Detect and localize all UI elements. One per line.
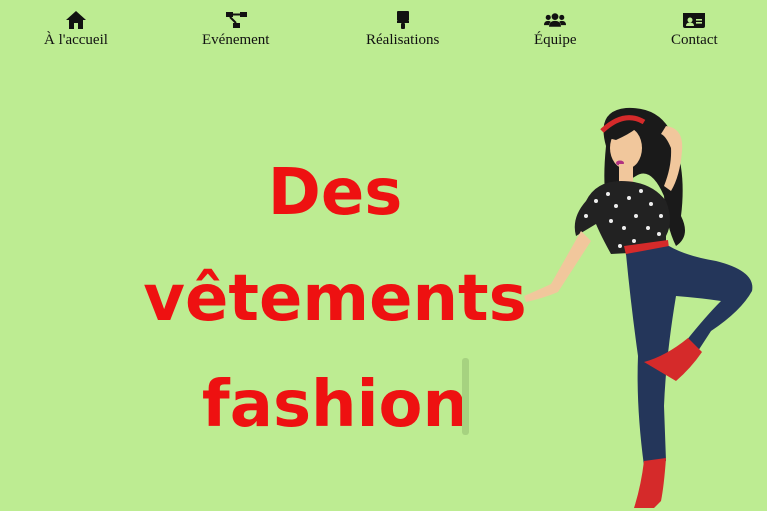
- nav-item-events[interactable]: Evénement: [202, 10, 269, 49]
- paint-brush-icon: [396, 11, 409, 29]
- sitemap-icon: [225, 12, 247, 28]
- users-icon: [544, 13, 567, 27]
- nav-label-contact: Contact: [671, 32, 718, 48]
- hero-headline: Des vêtements fashion: [140, 140, 530, 458]
- nav-label-works: Réalisations: [366, 32, 440, 48]
- nav-item-contact[interactable]: Contact: [671, 10, 718, 49]
- nav-label-home: À l'accueil: [44, 32, 108, 48]
- fashion-woman-illustration: [524, 107, 753, 508]
- nav-item-works[interactable]: Réalisations: [366, 10, 439, 49]
- nav-label-events: Evénement: [202, 32, 270, 48]
- nav-label-team: Équipe: [534, 32, 577, 48]
- home-icon: [65, 11, 86, 29]
- nav-item-team[interactable]: Équipe: [534, 10, 577, 49]
- top-navigation: À l'accueil Evénement Réalisations Équip…: [0, 0, 767, 56]
- typing-cursor: [462, 358, 469, 435]
- hero-line-2: vêtements: [143, 262, 527, 336]
- id-card-icon: [683, 13, 706, 28]
- hero-line-1: Des: [267, 156, 403, 230]
- hero-line-3: fashion: [201, 368, 469, 442]
- nav-item-home[interactable]: À l'accueil: [44, 10, 108, 49]
